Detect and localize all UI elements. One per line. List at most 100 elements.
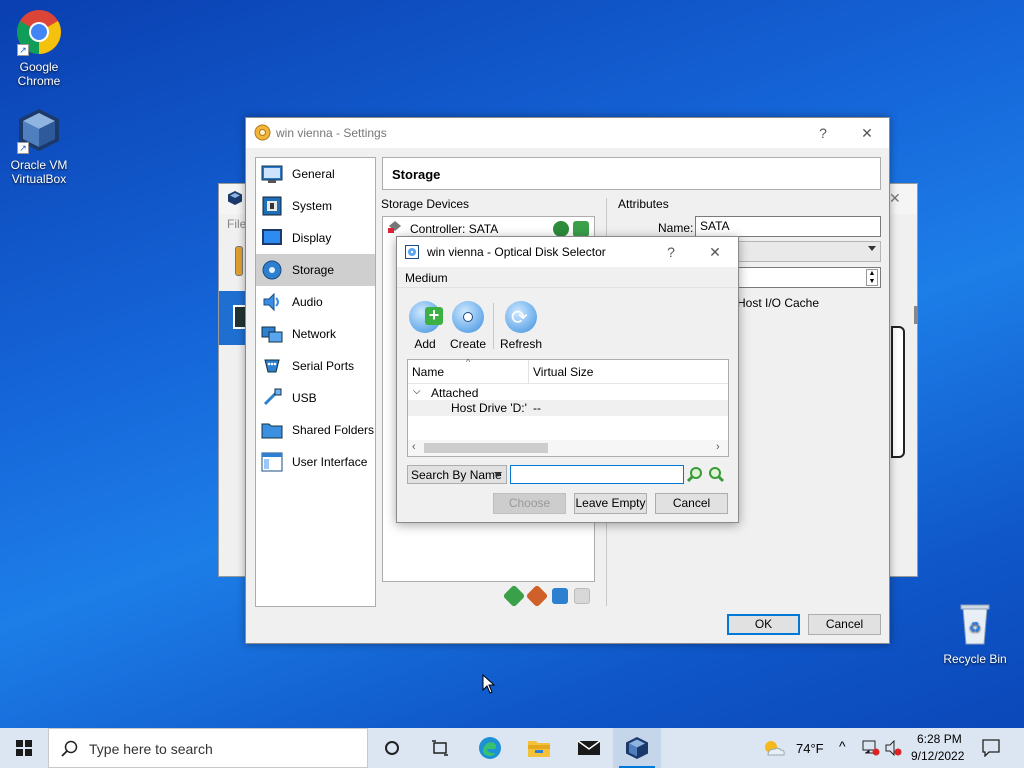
task-view-button[interactable]	[416, 728, 464, 768]
nav-label: Audio	[292, 295, 323, 309]
file-explorer-button[interactable]	[515, 728, 563, 768]
settings-titlebar: win vienna - Settings ? ✕	[246, 118, 889, 148]
medium-tree[interactable]: ^ Name Virtual Size ⌵ Attached Host Driv…	[407, 357, 729, 457]
nav-item-audio[interactable]: Audio	[256, 286, 375, 318]
cancel-button[interactable]: Cancel	[655, 493, 728, 514]
search-forward-icon[interactable]	[708, 466, 725, 483]
nav-item-general[interactable]: General	[256, 158, 375, 190]
refresh-button[interactable]: ⟳ Refresh	[499, 301, 543, 353]
settings-gear-icon	[254, 124, 271, 141]
optical-disk-selector-dialog[interactable]: win vienna - Optical Disk Selector ? ✕ M…	[396, 236, 739, 523]
search-input[interactable]	[510, 465, 684, 484]
nav-item-display[interactable]: Display	[256, 222, 375, 254]
name-field[interactable]: SATA	[695, 216, 881, 237]
nav-item-user-interface[interactable]: User Interface	[256, 446, 375, 478]
desktop-icon-label: Chrome	[17, 74, 61, 88]
scrollbar[interactable]	[914, 306, 918, 324]
section-header: Storage	[382, 157, 881, 190]
column-divider	[528, 360, 529, 384]
add-hard-disk-icon[interactable]	[573, 221, 589, 237]
desktop-icon-virtualbox[interactable]: ↗ Oracle VM VirtualBox	[1, 106, 77, 186]
taskbar: Type here to search 74°F ^ 6:28 PM 9/12/…	[0, 728, 1024, 768]
nav-label: Display	[292, 231, 332, 245]
horizontal-scrollbar[interactable]: ‹ ›	[408, 440, 728, 456]
column-virtual-size[interactable]: Virtual Size	[533, 365, 593, 379]
nav-label: USB	[292, 391, 317, 405]
choose-button[interactable]: Choose	[493, 493, 566, 514]
network-icon	[261, 326, 283, 343]
nav-item-storage[interactable]: Storage	[256, 254, 375, 286]
nav-item-system[interactable]: System	[256, 190, 375, 222]
search-placeholder: Type here to search	[89, 741, 213, 757]
help-button[interactable]: ?	[661, 242, 681, 262]
edge-button[interactable]	[466, 728, 514, 768]
weather-icon[interactable]	[762, 738, 786, 758]
attributes-label: Attributes	[618, 197, 669, 211]
help-button[interactable]: ?	[813, 123, 833, 143]
add-controller-icon[interactable]	[502, 584, 526, 608]
refresh-icon: ⟳	[505, 301, 537, 333]
mail-button[interactable]	[565, 728, 613, 768]
chevron-left-icon[interactable]: ‹	[412, 441, 416, 453]
nav-item-shared-folders[interactable]: Shared Folders	[256, 414, 375, 446]
system-icon	[262, 196, 282, 216]
nav-item-usb[interactable]: USB	[256, 382, 375, 414]
add-button[interactable]: + Add	[403, 301, 447, 353]
tools-icon	[235, 246, 243, 276]
create-button[interactable]: Create	[446, 301, 490, 353]
column-name[interactable]: Name	[412, 365, 444, 379]
volume-muted-icon[interactable]	[885, 740, 903, 756]
scrollbar-thumb[interactable]	[424, 443, 548, 453]
weather-temperature[interactable]: 74°F	[796, 741, 824, 756]
user-interface-icon	[261, 452, 283, 472]
group-attached[interactable]: Attached	[431, 386, 478, 400]
name-label: Name:	[658, 221, 694, 235]
add-optical-drive-icon[interactable]	[553, 221, 569, 237]
chevron-down-icon[interactable]: ⌵	[413, 386, 421, 397]
nav-label: Storage	[292, 263, 335, 277]
vm-preview	[891, 326, 905, 458]
desktop-icon-recycle-bin[interactable]: ♻ Recycle Bin	[937, 600, 1013, 666]
selected-vm-item[interactable]	[219, 291, 247, 345]
clock-time[interactable]: 6:28 PM	[917, 732, 962, 746]
chevron-up-icon[interactable]: ^	[839, 738, 846, 754]
host-io-cache-label[interactable]: Host I/O Cache	[737, 296, 819, 310]
desktop-icon-chrome[interactable]: ↗ Google Chrome	[1, 8, 77, 88]
network-tray-icon[interactable]	[862, 740, 880, 756]
close-button[interactable]: ✕	[705, 242, 725, 262]
dialog-titlebar: win vienna - Optical Disk Selector ? ✕	[397, 237, 738, 267]
ok-button[interactable]: OK	[727, 614, 800, 635]
sort-indicator-icon: ^	[466, 357, 471, 367]
recycle-bin-icon: ♻	[951, 600, 999, 648]
usb-icon	[263, 388, 282, 406]
storage-devices-label: Storage Devices	[381, 197, 470, 211]
close-icon[interactable]: ✕	[889, 190, 901, 207]
cancel-button[interactable]: Cancel	[808, 614, 881, 635]
nav-label: User Interface	[292, 455, 368, 469]
cortana-button[interactable]	[368, 728, 416, 768]
nav-item-network[interactable]: Network	[256, 318, 375, 350]
nav-item-serial-ports[interactable]: Serial Ports	[256, 350, 375, 382]
search-backward-icon[interactable]	[686, 466, 703, 483]
start-button[interactable]	[0, 728, 48, 768]
close-button[interactable]: ✕	[857, 123, 877, 143]
clock-date[interactable]: 9/12/2022	[911, 749, 964, 763]
toolbar-separator	[493, 303, 494, 349]
leave-empty-button[interactable]: Leave Empty	[574, 493, 647, 514]
search-mode-combobox[interactable]: Search By Name	[407, 465, 507, 484]
menu-file[interactable]: File	[227, 217, 246, 231]
virtualbox-taskbar-button[interactable]	[613, 728, 661, 768]
folder-icon	[528, 741, 550, 757]
chevron-right-icon[interactable]: ›	[716, 441, 720, 453]
taskbar-search-box[interactable]: Type here to search	[48, 728, 368, 768]
mouse-cursor-icon	[482, 674, 496, 694]
remove-controller-icon[interactable]	[525, 584, 549, 608]
add-attachment-icon[interactable]	[552, 588, 568, 604]
desktop-icon-label: Google	[19, 60, 59, 74]
notifications-icon[interactable]	[982, 739, 1000, 757]
divider	[397, 287, 738, 288]
controller-label[interactable]: Controller: SATA	[410, 222, 498, 236]
spin-arrows-icon[interactable]: ▲ ▼	[866, 269, 878, 286]
windows-logo-icon	[16, 740, 32, 756]
table-row[interactable]: Host Drive 'D:' --	[408, 400, 728, 416]
